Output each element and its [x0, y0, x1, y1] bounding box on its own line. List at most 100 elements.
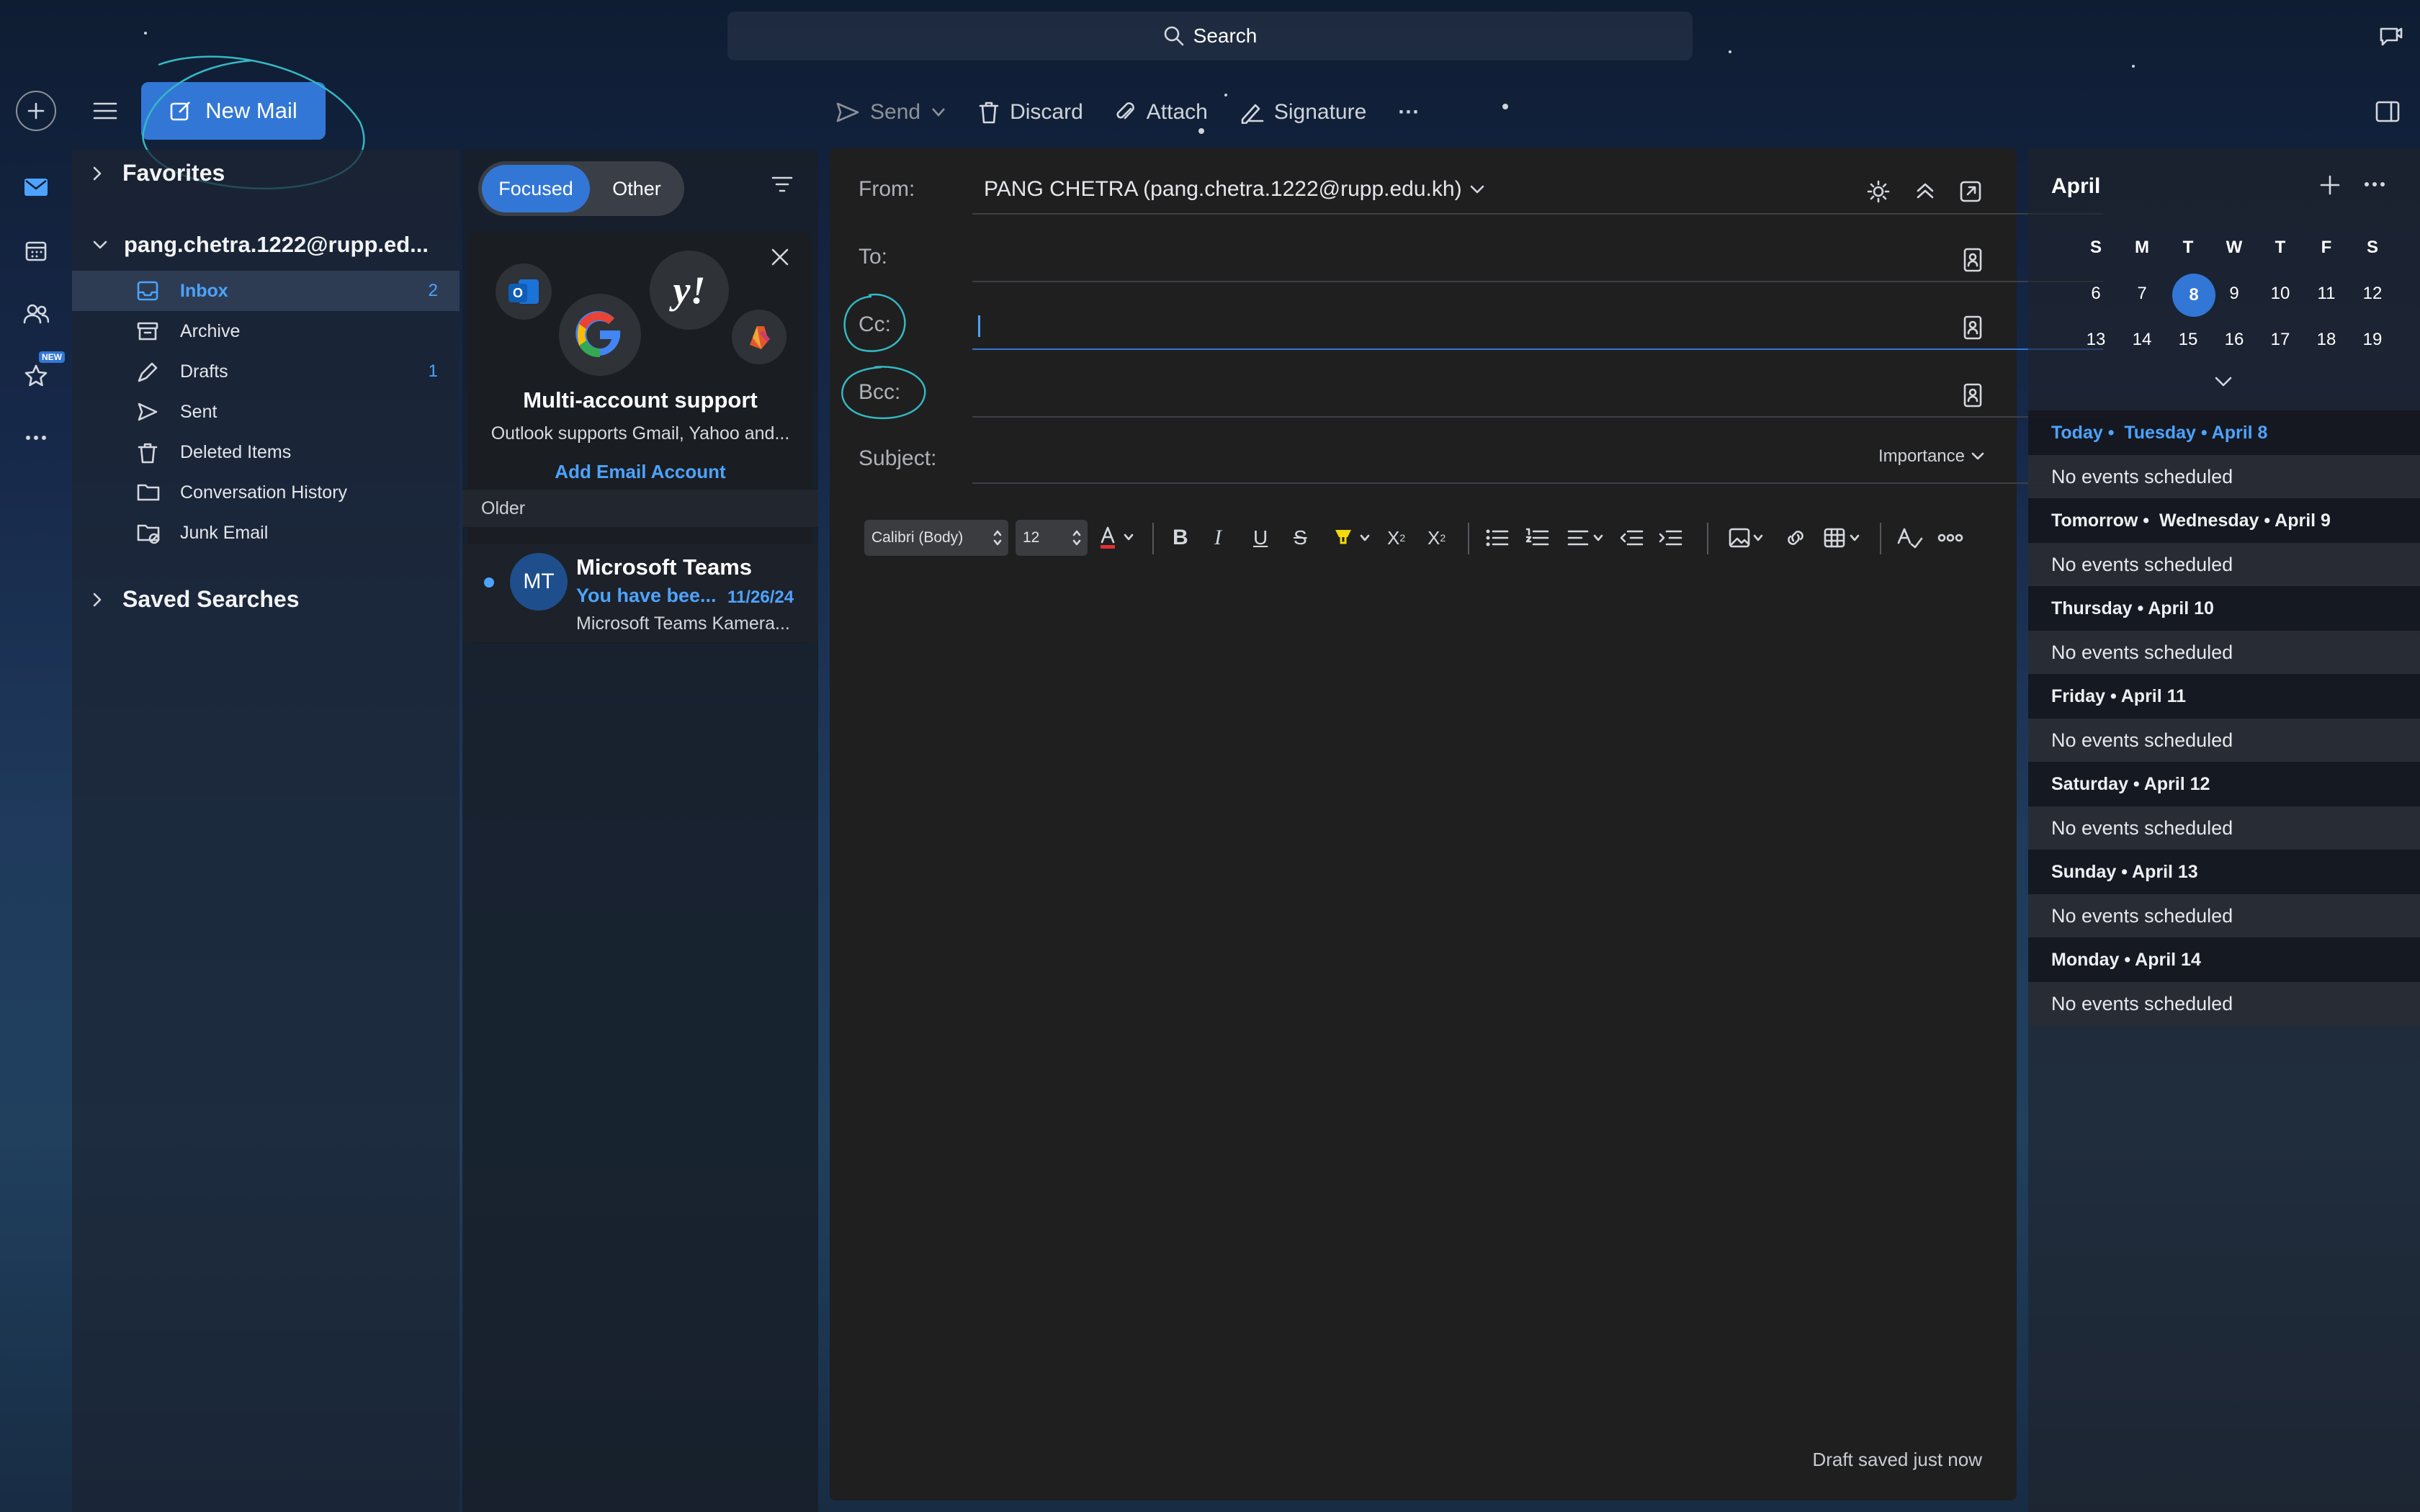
agenda-day-header: Sunday • April 13: [2028, 850, 2420, 894]
bullets-button[interactable]: [1485, 520, 1510, 556]
calendar-day[interactable]: 18: [2305, 330, 2348, 350]
people-nav[interactable]: [16, 294, 56, 334]
attach-button[interactable]: Attach: [1115, 100, 1208, 125]
agenda-day-header: Tomorrow • Wednesday • April 9: [2028, 498, 2420, 543]
message-item[interactable]: MT Microsoft Teams You have bee... 11/26…: [462, 544, 818, 642]
chevron-down-icon[interactable]: [931, 105, 946, 120]
theme-button[interactable]: [1867, 180, 1890, 203]
font-size-select[interactable]: 12: [1016, 520, 1088, 556]
address-book-icon[interactable]: [1963, 248, 1982, 272]
calendar-nav[interactable]: [16, 230, 56, 271]
message-body-editor[interactable]: [859, 580, 1988, 1444]
mail-icon: [24, 179, 48, 196]
search-box[interactable]: Search: [727, 12, 1693, 60]
close-promo-button[interactable]: [771, 248, 789, 266]
tab-focused[interactable]: Focused: [482, 165, 590, 212]
importance-label: Importance: [1878, 446, 1965, 466]
from-selector[interactable]: PANG CHETRA (pang.chetra.1222@rupp.edu.k…: [984, 177, 1485, 202]
align-button[interactable]: [1567, 520, 1608, 556]
pop-out-button[interactable]: [1959, 180, 1982, 203]
draft-count: 1: [428, 361, 438, 381]
divider: [972, 482, 2103, 484]
editor-button[interactable]: [1897, 520, 1923, 556]
folder-sent[interactable]: Sent: [72, 392, 460, 432]
font-color-button[interactable]: [1098, 520, 1137, 556]
new-item-button[interactable]: [16, 91, 56, 131]
tab-other[interactable]: Other: [592, 165, 681, 212]
folder-deleted[interactable]: Deleted Items: [72, 432, 460, 472]
highlight-button[interactable]: [1332, 520, 1373, 556]
send-icon: [138, 402, 158, 421]
collapse-header-button[interactable]: [1914, 180, 1936, 202]
folder-archive[interactable]: Archive: [72, 311, 460, 351]
folder-drafts[interactable]: Drafts 1: [72, 351, 460, 392]
address-book-icon[interactable]: [1963, 383, 1982, 408]
folder-junk[interactable]: Junk Email: [72, 513, 460, 553]
from-value: PANG CHETRA (pang.chetra.1222@rupp.edu.k…: [984, 177, 1462, 201]
calendar-day-selected[interactable]: 8: [2172, 274, 2215, 317]
expand-calendar-button[interactable]: [2214, 376, 2233, 387]
toolbar-separator: [1468, 523, 1469, 554]
side-panel-icon: [2375, 101, 2400, 122]
search-label: Search: [1193, 24, 1258, 47]
insert-picture-button[interactable]: [1729, 520, 1767, 556]
bold-icon[interactable]: B: [1173, 520, 1188, 556]
importance-dropdown[interactable]: Importance: [1878, 446, 1985, 467]
favorites-nav[interactable]: NEW: [16, 351, 65, 396]
highlight-icon: [1335, 530, 1370, 544]
calendar-more-button[interactable]: [2364, 181, 2385, 187]
subject-field[interactable]: [972, 435, 1909, 481]
discard-button[interactable]: Discard: [978, 100, 1083, 125]
stepper-icon: [1072, 530, 1081, 546]
superscript-icon[interactable]: X2: [1387, 520, 1405, 556]
signature-button[interactable]: Signature: [1240, 100, 1366, 125]
folder-inbox[interactable]: Inbox 2: [72, 271, 460, 311]
increase-indent-button[interactable]: [1658, 520, 1682, 556]
account-header[interactable]: pang.chetra.1222@rupp.ed...: [92, 232, 429, 258]
numbering-button[interactable]: [1525, 520, 1550, 556]
calendar-day[interactable]: 11: [2305, 284, 2348, 304]
address-book-icon[interactable]: [1963, 315, 1982, 340]
underline-icon[interactable]: U: [1253, 520, 1268, 556]
strikethrough-icon[interactable]: S: [1294, 520, 1307, 556]
insert-table-button[interactable]: [1824, 520, 1864, 556]
more-format-button[interactable]: [1937, 520, 1963, 556]
insert-link-button[interactable]: [1783, 520, 1808, 556]
calendar-day[interactable]: 17: [2259, 330, 2302, 350]
calendar-day[interactable]: 10: [2259, 284, 2302, 304]
calendar-day[interactable]: 13: [2074, 330, 2118, 350]
more-options-button[interactable]: ···: [1398, 100, 1420, 125]
decrease-indent-button[interactable]: [1619, 520, 1644, 556]
calendar-day[interactable]: 9: [2213, 284, 2256, 304]
saved-searches-header[interactable]: Saved Searches: [92, 586, 300, 613]
toggle-pane-button[interactable]: [2375, 101, 2400, 122]
to-field[interactable]: [972, 233, 2045, 279]
mail-nav[interactable]: [16, 167, 56, 207]
calendar-day[interactable]: 12: [2351, 284, 2394, 304]
feedback-icon[interactable]: [2378, 23, 2404, 49]
cc-field[interactable]: [972, 301, 2045, 347]
add-event-button[interactable]: [2319, 174, 2341, 196]
align-left-icon: [1567, 530, 1603, 546]
send-button[interactable]: Send: [835, 100, 946, 125]
filter-button[interactable]: [771, 174, 794, 194]
calendar-day[interactable]: 14: [2120, 330, 2164, 350]
attach-label: Attach: [1146, 100, 1208, 124]
calendar-day[interactable]: 6: [2074, 284, 2118, 304]
add-email-account-link[interactable]: Add Email Account: [468, 461, 812, 483]
more-apps-button[interactable]: [16, 418, 56, 458]
italic-icon[interactable]: I: [1214, 520, 1222, 556]
plus-icon: [2320, 175, 2340, 195]
calendar-day[interactable]: 16: [2213, 330, 2256, 350]
calendar-day[interactable]: 19: [2351, 330, 2394, 350]
folder-conversation-history[interactable]: Conversation History: [72, 472, 460, 513]
subscript-icon[interactable]: X2: [1428, 520, 1446, 556]
bcc-field[interactable]: [972, 369, 2045, 415]
calendar-day[interactable]: 7: [2120, 284, 2164, 304]
font-family-select[interactable]: Calibri (Body): [864, 520, 1008, 556]
calendar-day[interactable]: 15: [2166, 330, 2210, 350]
favorites-label: Favorites: [122, 160, 225, 186]
calendar-month: April: [2051, 174, 2101, 198]
favorites-header[interactable]: Favorites: [92, 160, 225, 186]
agenda-empty: No events scheduled: [2028, 631, 2420, 674]
